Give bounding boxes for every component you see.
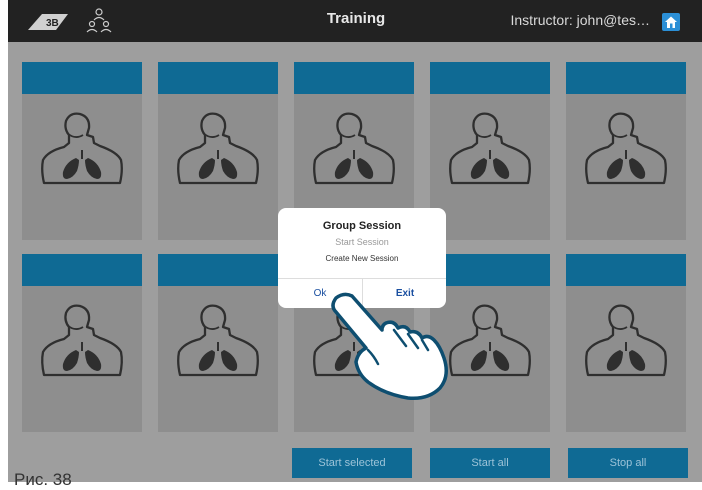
torso-lungs-icon [585, 304, 667, 377]
torso-lungs-icon [313, 112, 395, 185]
torso-lungs-icon [449, 304, 531, 377]
torso-lungs-icon [449, 112, 531, 185]
torso-lungs-icon [41, 304, 123, 377]
torso-lungs-icon [177, 112, 259, 185]
session-card-header [158, 254, 278, 286]
torso-lungs-icon [585, 112, 667, 185]
group-users-icon[interactable] [86, 7, 112, 35]
session-card-header [158, 62, 278, 94]
stop-all-button[interactable]: Stop all [568, 448, 688, 478]
session-card-header [22, 254, 142, 286]
instructor-label: Instructor: john@tes… [510, 12, 651, 28]
session-card-header [566, 62, 686, 94]
3b-logo-icon: 3B [28, 14, 68, 30]
torso-lungs-icon [41, 112, 123, 185]
session-card[interactable] [430, 62, 550, 240]
dialog-message: Create New Session [325, 254, 399, 263]
start-selected-button[interactable]: Start selected [292, 448, 412, 478]
svg-text:3B: 3B [46, 18, 59, 29]
session-card[interactable] [22, 62, 142, 240]
session-card-header [294, 62, 414, 94]
start-all-button[interactable]: Start all [430, 448, 550, 478]
session-card[interactable] [566, 254, 686, 432]
dialog-title: Group Session [322, 220, 402, 232]
session-card-header [22, 62, 142, 94]
app-window: 3B Training Instructor: john@tes… Start … [8, 0, 702, 482]
session-card[interactable] [158, 62, 278, 240]
session-card[interactable] [158, 254, 278, 432]
session-card-header [430, 254, 550, 286]
home-button[interactable] [662, 13, 680, 31]
torso-lungs-icon [177, 304, 259, 377]
session-card-header [430, 62, 550, 94]
home-icon [665, 16, 677, 28]
session-card-header [566, 254, 686, 286]
dialog-subtitle: Start Session [335, 237, 389, 247]
session-card[interactable] [566, 62, 686, 240]
pointing-hand-icon [331, 292, 448, 401]
top-bar: 3B Training Instructor: john@tes… [8, 0, 702, 42]
session-card[interactable] [22, 254, 142, 432]
figure-caption: Рис. 38 [14, 470, 72, 489]
